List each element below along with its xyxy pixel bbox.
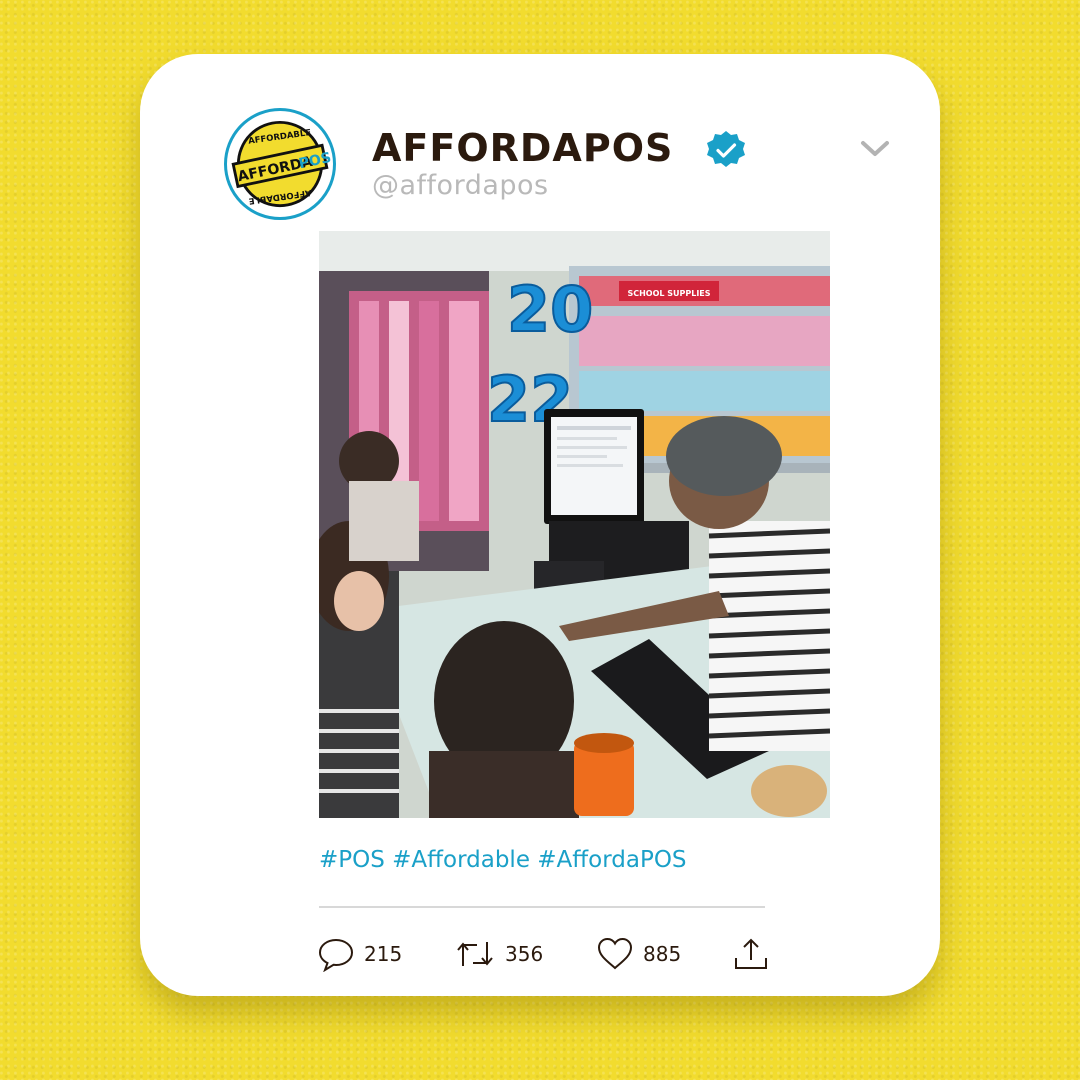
store-counter-image: SCHOOL SUPPLIES 20 22 [319, 231, 830, 818]
like-button[interactable]: 885 [597, 936, 733, 972]
retweet-button[interactable]: 356 [455, 936, 597, 972]
user-handle[interactable]: @affordapos [372, 170, 549, 201]
retweet-count: 356 [505, 942, 544, 966]
post-hashtags[interactable]: #POS #Affordable #AffordaPOS [319, 847, 687, 873]
svg-text:SCHOOL SUPPLIES: SCHOOL SUPPLIES [627, 289, 710, 298]
verified-badge-icon [707, 131, 745, 167]
svg-text:20: 20 [507, 273, 593, 346]
divider [319, 906, 765, 908]
post-photo[interactable]: SCHOOL SUPPLIES 20 22 [319, 231, 830, 818]
like-count: 885 [643, 942, 682, 966]
heart-icon [597, 937, 633, 970]
action-bar: 215 356 885 [318, 934, 769, 974]
post-card: AFFORDABLE AFFORDA POS AFFORDABLE AFFORD… [140, 54, 940, 996]
retweet-arrows-icon [457, 942, 493, 966]
avatar[interactable]: AFFORDABLE AFFORDA POS AFFORDABLE [224, 108, 336, 220]
share-button[interactable] [733, 936, 769, 972]
affordapos-logo: AFFORDABLE AFFORDA POS AFFORDABLE [228, 112, 333, 216]
reply-count: 215 [364, 942, 403, 966]
speech-bubble-icon [318, 938, 354, 972]
display-name[interactable]: AFFORDAPOS [372, 126, 673, 170]
reply-button[interactable]: 215 [318, 936, 455, 972]
share-upload-icon [735, 938, 767, 969]
chevron-down-icon[interactable] [860, 136, 890, 160]
